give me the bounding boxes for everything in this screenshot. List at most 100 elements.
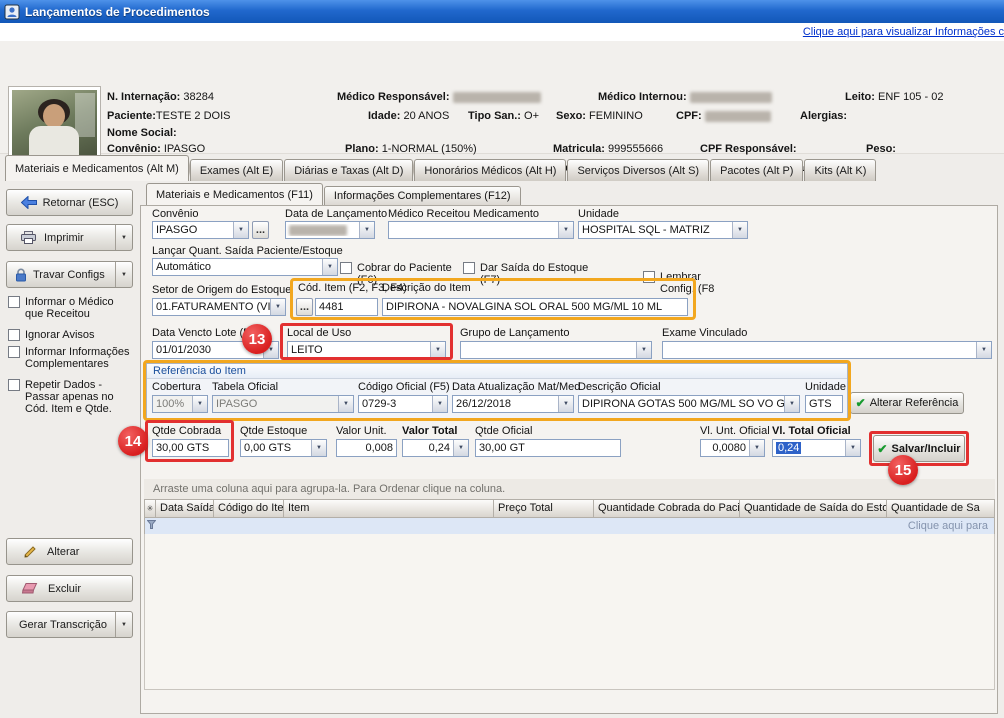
col-preco-total[interactable]: Preço Total [494, 500, 594, 518]
chevron-down-icon[interactable]: ▼ [432, 396, 447, 412]
chevron-down-icon[interactable]: ▼ [430, 342, 445, 358]
lancar-quant-select[interactable]: Automático ▼ [152, 258, 338, 276]
valor-total-field[interactable]: 0,24 ▼ [402, 439, 469, 457]
data-atualizacao-field[interactable]: 26/12/2018 ▼ [452, 395, 574, 413]
qtde-oficial-field[interactable]: 30,00 GT [475, 439, 621, 457]
cod-item-field[interactable]: 4481 [315, 298, 378, 316]
filter-hint: Clique aqui para [157, 520, 994, 532]
col-codigo-item[interactable]: Código do Item [214, 500, 284, 518]
grid-asterisk-icon: ✳ [145, 500, 156, 518]
checkbox-repetir-dados[interactable]: Repetir Dados - Passar apenas no Cód. It… [8, 379, 130, 415]
descricao-oficial-field[interactable]: DIPIRONA GOTAS 500 MG/ML SO VO GT ▼ [578, 395, 800, 413]
chevron-down-icon[interactable]: ▼ [453, 440, 468, 456]
valor-unit-label: Valor Unit. [336, 425, 387, 437]
excluir-button[interactable]: Excluir [6, 575, 133, 602]
chevron-down-icon[interactable]: ▼ [976, 342, 991, 358]
grupo-lancamento-select[interactable]: ▼ [460, 341, 652, 359]
chevron-down-icon[interactable]: ▼ [192, 396, 207, 412]
tab-diarias-taxas[interactable]: Diárias e Taxas (Alt D) [284, 159, 413, 181]
convenio-ellipsis-button[interactable]: ... [252, 221, 269, 239]
vl-total-oficial-field[interactable]: 0,24 ▼ [772, 439, 861, 457]
chevron-down-icon: ▼ [121, 235, 127, 241]
unidade-label: Unidade [578, 208, 619, 220]
checkbox-icon [8, 329, 20, 341]
titlebar: Lançamentos de Procedimentos [0, 0, 1004, 23]
chevron-down-icon[interactable]: ▼ [233, 222, 248, 238]
tab-materiais-medicamentos[interactable]: Materiais e Medicamentos (Alt M) [5, 155, 189, 181]
chevron-down-icon[interactable]: ▼ [359, 222, 374, 238]
chevron-down-icon[interactable]: ▼ [558, 396, 573, 412]
patient-photo-scene [12, 90, 97, 165]
checkbox-icon [463, 262, 475, 274]
checkbox-informar-medico[interactable]: Informar o Médico que Receitou [8, 296, 130, 320]
col-qtd-sa[interactable]: Quantidade de Sa [887, 500, 995, 518]
col-item[interactable]: Item [284, 500, 494, 518]
tabela-oficial-select[interactable]: IPASGO ▼ [212, 395, 354, 413]
salvar-incluir-button[interactable]: ✔ Salvar/Incluir [873, 435, 965, 462]
chevron-down-icon[interactable]: ▼ [270, 299, 285, 315]
col-data-saida[interactable]: Data Saída [156, 500, 214, 518]
data-lancamento-select[interactable]: ▼ [285, 221, 375, 239]
tab-materiais-f11[interactable]: Materiais e Medicamentos (F11) [146, 183, 323, 205]
grid-groupby-band[interactable]: Arraste uma coluna aqui para agrupa-la. … [144, 479, 995, 499]
data-lancamento-label: Data de Lançamento [285, 208, 387, 220]
imprimir-button[interactable]: Imprimir ▼ [6, 224, 133, 251]
peso: Peso: [866, 143, 896, 155]
alergias: Alergias: [800, 110, 847, 122]
valor-unit-field[interactable]: 0,008 [336, 439, 397, 457]
checkbox-ignorar-avisos[interactable]: Ignorar Avisos [8, 329, 130, 341]
checkbox-icon [8, 296, 20, 308]
checkbox-dar-saida[interactable]: Dar Saída do Estoque (F7) [463, 262, 608, 286]
chevron-down-icon[interactable]: ▼ [784, 396, 799, 412]
grid-body[interactable] [144, 534, 995, 690]
chevron-down-icon[interactable]: ▼ [558, 222, 573, 238]
convenio-select[interactable]: IPASGO ▼ [152, 221, 249, 239]
unidade-select[interactable]: HOSPITAL SQL - MATRIZ ▼ [578, 221, 748, 239]
lancamentos-window: Lançamentos de Procedimentos Clique aqui… [0, 0, 1004, 718]
grid-filter-row[interactable]: Clique aqui para [144, 518, 995, 534]
local-uso-select[interactable]: LEITO ▼ [287, 341, 446, 359]
gerar-transcricao-dropdown[interactable]: ▼ [115, 612, 132, 637]
imprimir-dropdown[interactable]: ▼ [115, 225, 132, 250]
retornar-button[interactable]: Retornar (ESC) [6, 189, 133, 216]
tab-kits[interactable]: Kits (Alt K) [804, 159, 876, 181]
chevron-down-icon[interactable]: ▼ [322, 259, 337, 275]
travar-configs-dropdown[interactable]: ▼ [115, 262, 132, 287]
tab-pacotes[interactable]: Pacotes (Alt P) [710, 159, 803, 181]
travar-configs-button[interactable]: Travar Configs ▼ [6, 261, 133, 288]
chevron-down-icon[interactable]: ▼ [732, 222, 747, 238]
checkbox-informar-informacoes[interactable]: Informar Informações Complementares [8, 346, 130, 370]
exame-vinculado-select[interactable]: ▼ [662, 341, 992, 359]
checkbox-lembrar-config[interactable]: Lembrar Config. (F8 [643, 271, 723, 295]
alterar-button[interactable]: Alterar [6, 538, 133, 565]
vl-unt-oficial-field[interactable]: 0,0080 ▼ [700, 439, 765, 457]
chevron-down-icon[interactable]: ▼ [845, 440, 860, 456]
codigo-oficial-field[interactable]: 0729-3 ▼ [358, 395, 448, 413]
chevron-down-icon[interactable]: ▼ [338, 396, 353, 412]
medico-receitou-select[interactable]: ▼ [388, 221, 574, 239]
checkbox-icon [643, 271, 655, 283]
col-qtd-saida-estoque[interactable]: Quantidade de Saída do Estoque [740, 500, 887, 518]
unidade-oficial-select[interactable]: GTS [805, 395, 843, 413]
chevron-down-icon[interactable]: ▼ [311, 440, 326, 456]
qtde-estoque-field[interactable]: 0,00 GTS ▼ [240, 439, 327, 457]
descricao-item-field[interactable]: DIPIRONA - NOVALGINA SOL ORAL 500 MG/ML … [382, 298, 688, 316]
qtde-cobrada-field[interactable]: 30,00 GTS [152, 439, 229, 457]
tab-informacoes-f12[interactable]: Informações Complementares (F12) [324, 186, 521, 205]
cobertura-select[interactable]: 100% ▼ [152, 395, 208, 413]
qtde-estoque-label: Qtde Estoque [240, 425, 307, 437]
cod-item-ellipsis-button[interactable]: ... [296, 298, 313, 316]
visualizar-informacoes-link[interactable]: Clique aqui para visualizar Informações … [803, 26, 1004, 38]
tab-exames[interactable]: Exames (Alt E) [190, 159, 283, 181]
tab-honorarios-medicos[interactable]: Honorários Médicos (Alt H) [414, 159, 566, 181]
checkbox-icon [8, 379, 20, 391]
chevron-down-icon[interactable]: ▼ [749, 440, 764, 456]
inner-tab-bar: Materiais e Medicamentos (F11) Informaçõ… [146, 183, 521, 205]
chevron-down-icon[interactable]: ▼ [636, 342, 651, 358]
col-qtd-cobrada-paciente[interactable]: Quantidade Cobrada do Paciente [594, 500, 740, 518]
alterar-referencia-button[interactable]: ✔ Alterar Referência [850, 392, 964, 414]
tabela-oficial-label: Tabela Oficial [212, 381, 278, 393]
gerar-transcricao-button[interactable]: Gerar Transcrição ▼ [6, 611, 133, 638]
setor-origem-select[interactable]: 01.FATURAMENTO (VIR ▼ [152, 298, 286, 316]
tab-servicos-diversos[interactable]: Serviços Diversos (Alt S) [567, 159, 709, 181]
